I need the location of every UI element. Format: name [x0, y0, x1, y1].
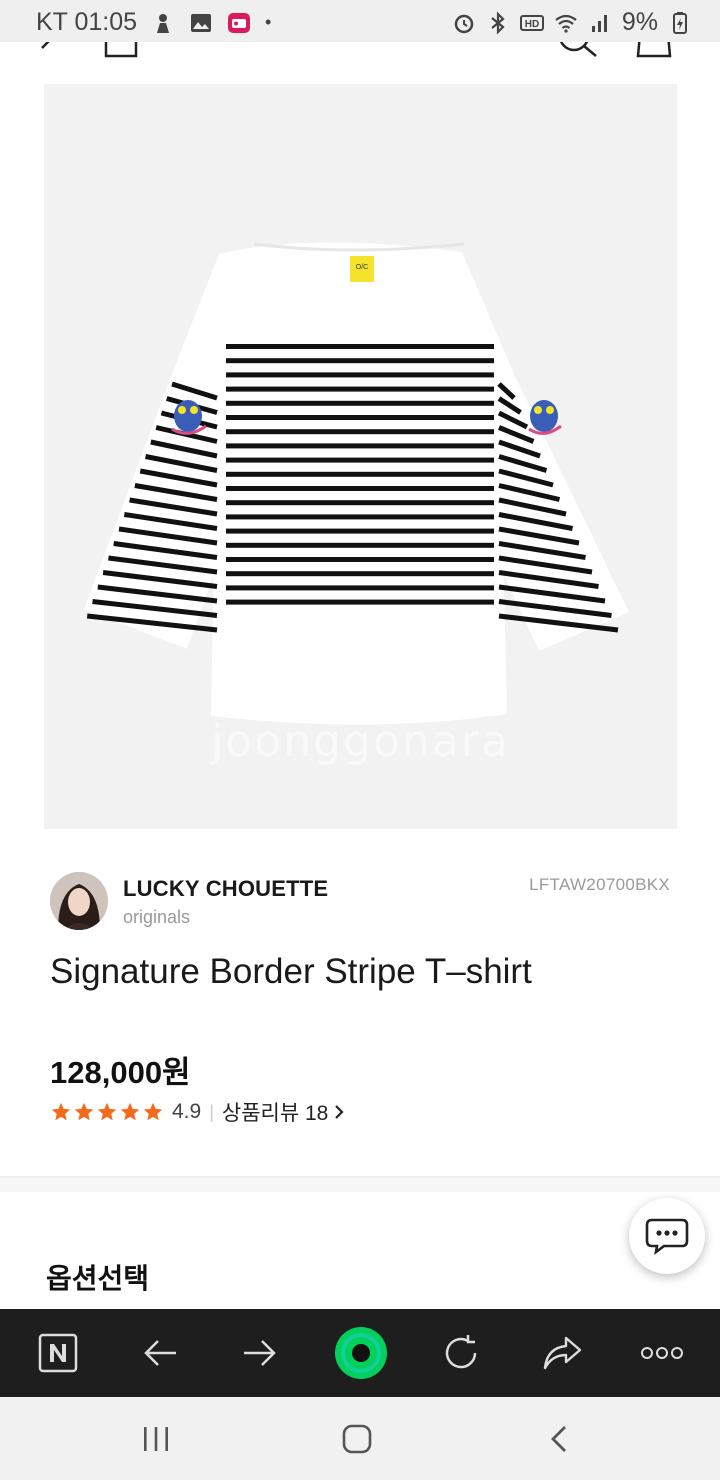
forward-arrow-icon	[244, 1340, 276, 1366]
share-button[interactable]	[522, 1309, 602, 1397]
battery-percent: 9%	[621, 8, 658, 36]
stripe	[226, 415, 494, 420]
svg-text:O/C: O/C	[356, 264, 368, 271]
more-button[interactable]	[622, 1309, 702, 1397]
product-price: 128,000원	[50, 1055, 191, 1090]
dot-icon: •	[265, 12, 272, 32]
refresh-icon	[445, 1335, 477, 1369]
alarm-icon	[454, 14, 474, 33]
stripe	[226, 542, 494, 548]
search-icon[interactable]	[556, 42, 602, 62]
watermark: joonggonara	[211, 716, 510, 767]
green-dot-icon	[335, 1327, 387, 1379]
signal-icon	[591, 14, 607, 32]
section-gap	[0, 1178, 720, 1192]
review-link[interactable]: 상품리뷰 18	[222, 1097, 344, 1127]
star-icon	[51, 1102, 71, 1121]
product-code: LFTAW20700BKX	[529, 875, 670, 894]
brand-name[interactable]: LUCKY CHOUETTE	[123, 876, 328, 902]
stripe	[226, 372, 494, 378]
stripe	[226, 443, 494, 449]
carrier-time: KT 01:05	[36, 8, 138, 36]
wifi-icon	[555, 14, 577, 33]
stripe	[226, 557, 494, 562]
cart-icon[interactable]	[636, 42, 672, 60]
star-icon	[143, 1102, 163, 1121]
star-rating	[50, 1101, 164, 1123]
rating-value: 4.9	[172, 1100, 202, 1123]
review-label: 상품리뷰 18	[221, 1102, 329, 1125]
back-button[interactable]	[514, 1397, 604, 1480]
stripe	[226, 429, 494, 435]
green-dot-button[interactable]	[321, 1309, 401, 1397]
radio-app-icon	[228, 12, 251, 33]
rating-row: 4.9 | 상품리뷰 18	[50, 1098, 344, 1126]
brand-subtitle: originals	[123, 907, 191, 927]
separator: |	[209, 1101, 214, 1122]
stripe	[226, 386, 494, 392]
back-button-icon	[551, 1425, 566, 1452]
more-icon	[641, 1347, 683, 1359]
star-icon	[74, 1102, 94, 1121]
chat-bubble-icon	[645, 1218, 689, 1255]
stripe	[226, 500, 494, 506]
stripe	[226, 358, 494, 364]
browser-forward-button[interactable]	[220, 1309, 300, 1397]
avatar[interactable]	[50, 872, 108, 930]
recent-apps-button[interactable]	[111, 1397, 201, 1480]
back-icon[interactable]	[34, 42, 64, 62]
hd-icon: HD	[519, 14, 544, 31]
home-button[interactable]	[312, 1397, 402, 1480]
share-icon	[543, 1336, 582, 1370]
refresh-button[interactable]	[421, 1309, 501, 1397]
chat-button[interactable]	[629, 1198, 705, 1274]
android-nav-bar	[0, 1397, 720, 1480]
stripe	[226, 599, 494, 605]
browser-toolbar	[0, 1309, 720, 1397]
top-nav	[0, 42, 720, 72]
stripe	[226, 585, 494, 591]
options-heading: 옵션선택	[46, 1263, 150, 1294]
stripe	[226, 571, 494, 577]
battery-charging-icon	[673, 11, 687, 34]
stripe	[226, 457, 494, 463]
back-arrow-icon	[144, 1340, 176, 1366]
stripe	[226, 528, 494, 534]
star-icon	[97, 1102, 117, 1121]
stripe	[226, 471, 494, 477]
gallery-icon	[191, 13, 212, 32]
chevron-right-icon	[335, 1105, 344, 1119]
product-image[interactable]: O/C joonggonara	[44, 84, 677, 829]
recent-apps-icon	[144, 1426, 168, 1451]
naver-button[interactable]	[18, 1309, 98, 1397]
stripe	[226, 486, 494, 491]
svg-text:HD: HD	[525, 19, 539, 30]
stripe	[226, 344, 494, 349]
browser-back-button[interactable]	[120, 1309, 200, 1397]
stripe	[226, 514, 494, 520]
stripe	[226, 400, 494, 406]
product-title: Signature Border Stripe T–shirt	[50, 952, 532, 991]
status-bar: KT 01:05 • HD 9%	[0, 0, 720, 42]
star-icon	[120, 1102, 140, 1121]
home-icon[interactable]	[104, 42, 138, 60]
shirt-body	[211, 242, 507, 725]
naver-icon	[38, 1333, 78, 1373]
bluetooth-icon	[491, 10, 505, 35]
home-button-icon	[342, 1424, 372, 1453]
baby-icon	[157, 13, 170, 33]
